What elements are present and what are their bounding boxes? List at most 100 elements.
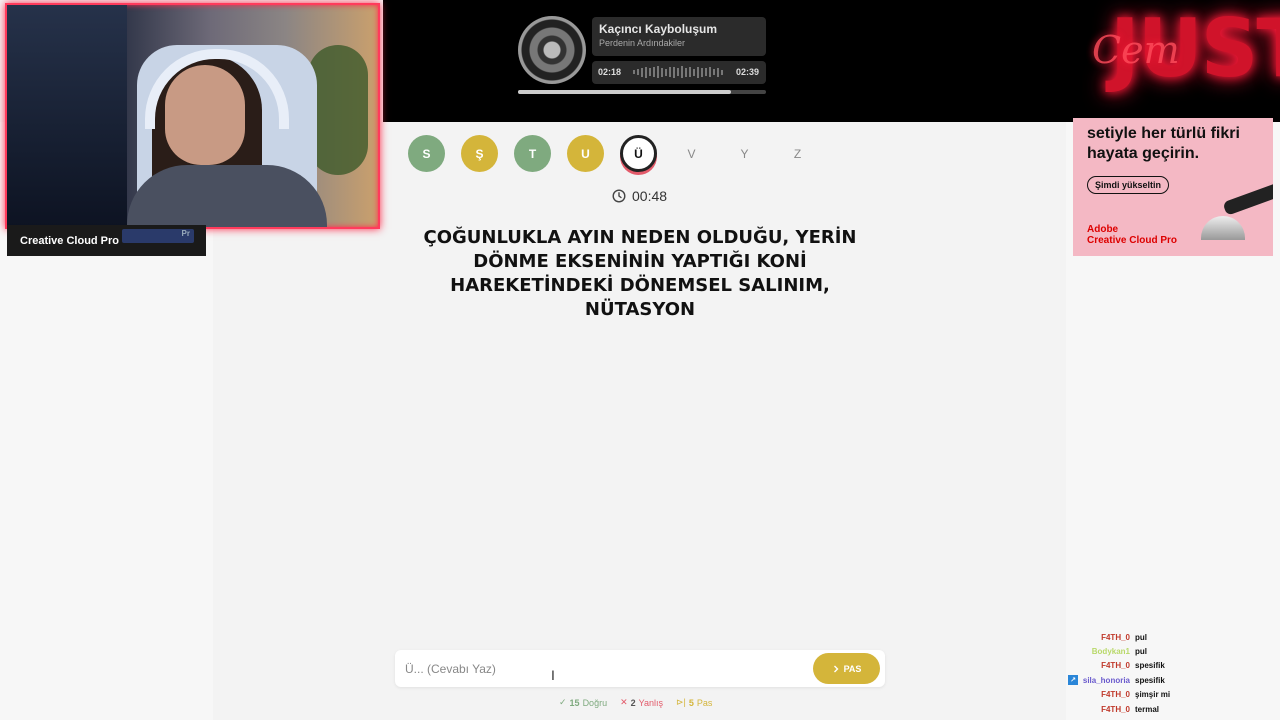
- webcam-feed: [5, 3, 380, 229]
- chat-username: F4TH_0: [1101, 632, 1130, 642]
- stat-pass: ⊳| 5 Pas: [676, 697, 712, 708]
- chat-text: şimşir mi: [1135, 690, 1171, 700]
- chat-text: pul: [1135, 632, 1147, 642]
- check-icon: ✓: [559, 697, 567, 707]
- clock-icon: [612, 189, 626, 203]
- stat-correct-count: 15: [569, 697, 580, 708]
- total-time: 02:39: [736, 67, 760, 77]
- waveform-bar: [637, 69, 639, 75]
- webcam-window-bg: [7, 5, 127, 227]
- webcam-torso: [127, 165, 327, 227]
- ad-arm-graphic: [1222, 182, 1273, 216]
- waveform-bar: [665, 68, 667, 76]
- waveform-bar: [669, 67, 671, 77]
- timer: 00:48: [612, 188, 667, 204]
- music-progress-fill: [518, 90, 732, 94]
- letter-pending: Z: [793, 146, 802, 161]
- waveform-bar: [709, 67, 711, 77]
- stat-wrong-count: 2: [630, 697, 636, 708]
- letter-pending: V: [687, 146, 696, 161]
- waveform-bar: [633, 70, 635, 74]
- waveform-bar: [641, 67, 643, 77]
- music-progress-bar[interactable]: [518, 90, 766, 94]
- letter-current: Ü: [620, 135, 657, 172]
- text-cursor-icon: I: [551, 667, 555, 683]
- score-stats: ✓ 15 Doğru ✕ 2 Yanlış ⊳| 5 Pas: [559, 697, 712, 708]
- ad-banner-right[interactable]: setiyle her türlü fikri hayata geçirin. …: [1073, 118, 1273, 256]
- waveform-bar: [697, 66, 699, 78]
- chat-message: F4TH_0 termal: [1068, 702, 1280, 716]
- waveform-bar: [705, 68, 707, 76]
- pass-button-label: PAS: [843, 663, 862, 674]
- question-text: ÇOĞUNLUKLA AYIN NEDEN OLDUĞU, YERİN DÖNM…: [423, 227, 857, 320]
- chevron-right-icon: [833, 665, 839, 672]
- stat-wrong: ✕ 2 Yanlış: [620, 697, 663, 708]
- answer-box: PAS: [395, 650, 885, 687]
- letter-pending: Y: [740, 146, 749, 161]
- waveform-bar: [717, 67, 719, 77]
- waveform-bar: [713, 69, 715, 75]
- letter-passed: U: [567, 135, 604, 172]
- chat-username: F4TH_0: [1101, 690, 1130, 700]
- waveform-bar: [721, 69, 723, 75]
- stat-wrong-label: Yanlış: [638, 697, 663, 708]
- letter-correct: T: [514, 135, 551, 172]
- ad-banner-left[interactable]: Creative Cloud Pro Pr: [7, 225, 206, 256]
- neon-logo-script: Cem: [1092, 28, 1180, 72]
- letter-passed: Ş: [461, 135, 498, 172]
- waveform-bar: [701, 67, 703, 77]
- chat-message: ↗ sila_honoria spesifik: [1068, 673, 1280, 687]
- premiere-icon: Pr: [122, 229, 194, 243]
- neon-logo: JUST Cem: [1092, 2, 1280, 101]
- track-artist: Perdenin Ardındakiler: [599, 38, 686, 48]
- waveform-bar: [693, 68, 695, 76]
- ad-left-text: Creative Cloud Pro: [20, 234, 120, 247]
- stat-correct: ✓ 15 Doğru: [559, 697, 607, 708]
- waveform-bar: [645, 66, 647, 78]
- ad-brand-adobe: Adobe: [1087, 224, 1119, 235]
- waveform-bar: [685, 67, 687, 77]
- album-art: [518, 16, 586, 84]
- chat-message: F4TH_0 spesifik: [1068, 659, 1280, 673]
- ad-brand-product: Creative Cloud Pro: [1087, 235, 1178, 246]
- chat-text: termal: [1135, 704, 1160, 714]
- chat-text: spesifik: [1135, 661, 1165, 671]
- waveform-bar: [657, 66, 659, 78]
- chat-text: spesifik: [1135, 675, 1165, 685]
- track-title: Kaçıncı Kayboluşum: [599, 22, 718, 36]
- chat-username: Bodykan1: [1091, 647, 1130, 657]
- waveform-bar: [673, 66, 675, 78]
- letter-progress: SŞTUÜ V Y Z: [408, 135, 816, 172]
- stat-pass-count: 5: [688, 697, 694, 708]
- stat-pass-label: Pas: [696, 697, 713, 708]
- stat-correct-label: Doğru: [582, 697, 608, 708]
- x-icon: ✕: [620, 697, 628, 707]
- chat-overlay: F4TH_0 pul Bodykan1 pul F4TH_0 spesifik ↗ sila_…: [1068, 630, 1280, 716]
- answer-input[interactable]: [403, 654, 807, 684]
- timer-value: 00:48: [632, 188, 668, 204]
- waveform-bar: [681, 66, 683, 78]
- chat-text: pul: [1135, 647, 1147, 657]
- ad-upgrade-button[interactable]: Şimdi yükseltin: [1087, 176, 1170, 194]
- premiere-badge-text: Pr: [181, 229, 190, 238]
- chat-badge-icon: ↗: [1068, 675, 1078, 686]
- waveform-bar: [653, 67, 655, 77]
- waveform-icon: [633, 66, 727, 78]
- ad-headline: setiyle her türlü fikri hayata geçirin.: [1087, 125, 1240, 162]
- waveform-bar: [661, 67, 663, 77]
- waveform-bar: [689, 67, 691, 77]
- chat-message: Bodykan1 pul: [1068, 644, 1280, 658]
- current-time: 02:18: [598, 67, 622, 77]
- chat-username: F4TH_0: [1101, 704, 1130, 714]
- waveform-bar: [677, 68, 679, 76]
- chat-username: F4TH_0: [1101, 661, 1130, 671]
- waveform-bar: [649, 68, 651, 76]
- chat-username: sila_honoria: [1082, 675, 1130, 685]
- chat-message: F4TH_0 şimşir mi: [1068, 688, 1280, 702]
- webcam-plant: [308, 45, 368, 175]
- ad-cloche-graphic: [1201, 216, 1245, 240]
- letter-correct: S: [408, 135, 445, 172]
- skip-icon: ⊳|: [676, 697, 686, 707]
- pass-button[interactable]: PAS: [813, 653, 880, 684]
- chat-message: F4TH_0 pul: [1068, 630, 1280, 644]
